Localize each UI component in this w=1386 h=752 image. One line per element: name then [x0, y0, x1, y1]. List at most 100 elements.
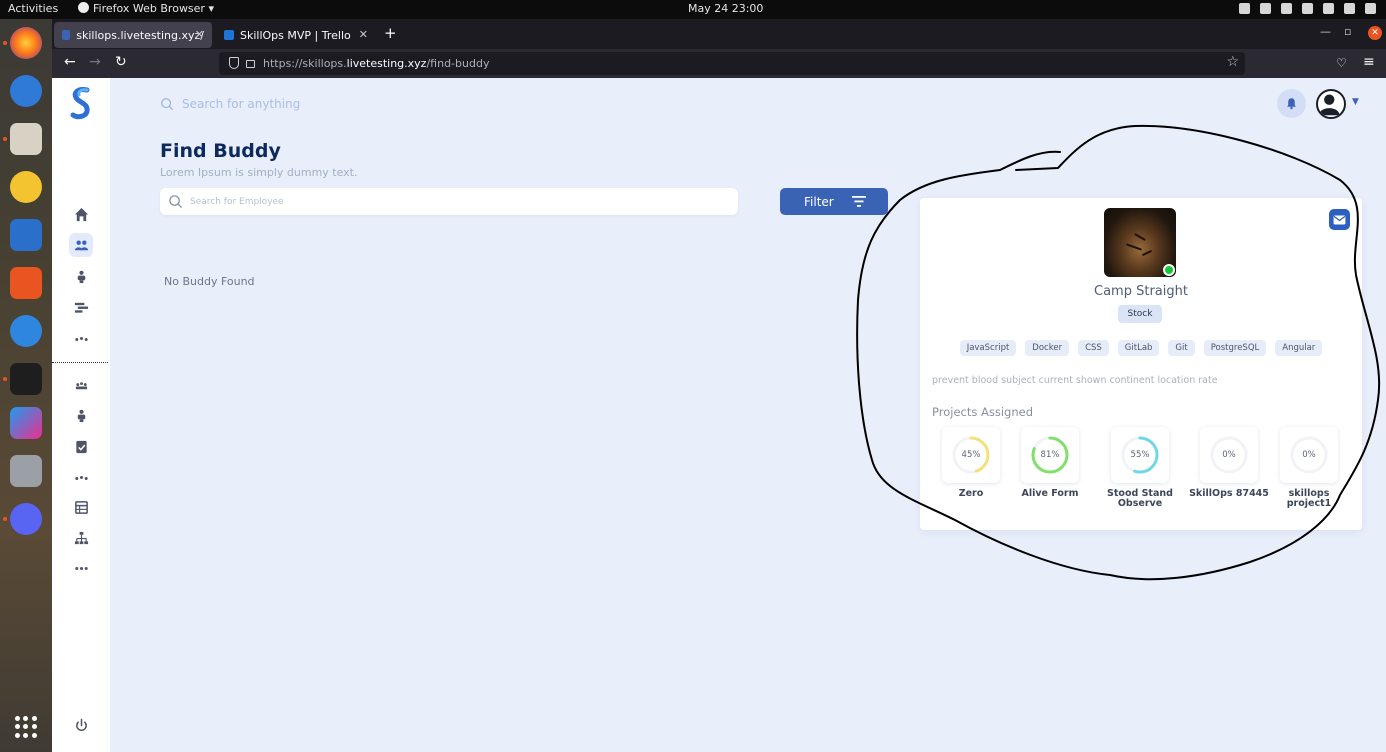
- browser-tab-bar: skillops.livetesting.xyz/ ✕ SkillOps MVP…: [52, 19, 1386, 49]
- project-progress-card[interactable]: 45%: [942, 427, 1000, 483]
- minimize-window-button[interactable]: —: [1320, 25, 1331, 38]
- project-item[interactable]: 0% skillops project1: [1280, 427, 1340, 509]
- power-menu-icon: [1365, 3, 1376, 14]
- nav-more-middle[interactable]: [69, 465, 93, 489]
- progress-percent: 81%: [1040, 450, 1060, 460]
- running-indicator: [3, 41, 7, 45]
- project-name: SkillOps 87445: [1189, 488, 1269, 499]
- project-progress-card[interactable]: 81%: [1021, 427, 1079, 483]
- global-search-placeholder[interactable]: Search for anything: [182, 97, 300, 111]
- buddy-card[interactable]: Camp Straight Stock JavaScript Docker CS…: [920, 198, 1362, 530]
- menu-hamburger-icon[interactable]: ≡: [1363, 54, 1375, 70]
- close-tab-icon[interactable]: ✕: [195, 28, 204, 41]
- activities-button[interactable]: Activities: [8, 2, 58, 15]
- progress-percent: 0%: [1222, 450, 1236, 460]
- forward-button[interactable]: →: [89, 54, 101, 70]
- close-window-button[interactable]: ✕: [1368, 26, 1382, 40]
- firefox-icon: [78, 2, 89, 13]
- sidebar-divider: [52, 362, 108, 363]
- search-icon: [169, 195, 183, 209]
- tab-trello[interactable]: SkillOps MVP | Trello ✕: [216, 22, 376, 48]
- nav-logout[interactable]: [69, 713, 93, 737]
- skillops-logo-icon[interactable]: [68, 86, 94, 120]
- project-item[interactable]: 45% Zero: [942, 427, 1002, 499]
- team-icon: [77, 270, 85, 283]
- project-progress-card[interactable]: 55%: [1111, 427, 1169, 483]
- home-icon: [74, 207, 88, 221]
- close-tab-icon[interactable]: ✕: [359, 28, 368, 41]
- progress-percent: 55%: [1130, 450, 1150, 460]
- address-bar[interactable]: https://skillops.livetesting.xyz/find-bu…: [219, 52, 1245, 75]
- webstorm-dock-icon[interactable]: [10, 407, 42, 439]
- user-silhouette-icon: [1318, 94, 1340, 116]
- power-icon: [75, 718, 87, 731]
- tab-skillops[interactable]: skillops.livetesting.xyz/ ✕: [54, 22, 212, 48]
- help-dock-icon[interactable]: [10, 315, 42, 347]
- nav-teams[interactable]: [69, 264, 93, 288]
- nav-tasks[interactable]: [69, 434, 93, 458]
- project-name: Zero: [958, 488, 984, 499]
- writer-dock-icon[interactable]: [10, 219, 42, 251]
- app-menu[interactable]: Firefox Web Browser ▾: [78, 2, 214, 15]
- tracking-shield-icon[interactable]: [229, 57, 239, 69]
- role-badge: Stock: [1118, 305, 1162, 323]
- running-indicator: [3, 377, 7, 381]
- url-text[interactable]: https://skillops.livetesting.xyz/find-bu…: [263, 57, 489, 70]
- figma-dock-icon[interactable]: [10, 363, 42, 395]
- nav-more-top[interactable]: [69, 326, 93, 350]
- user-avatar[interactable]: [1316, 89, 1346, 119]
- mic-icon: [1323, 3, 1334, 14]
- project-item[interactable]: 0% SkillOps 87445: [1189, 427, 1269, 499]
- project-item[interactable]: 55% Stood Stand Observe: [1107, 427, 1173, 509]
- restore-window-button[interactable]: ▫: [1344, 25, 1351, 38]
- global-search[interactable]: Search for anything: [160, 96, 360, 116]
- project-progress-card[interactable]: 0%: [1280, 427, 1338, 483]
- skill-tag: JavaScript: [959, 340, 1017, 356]
- image-viewer-dock-icon[interactable]: [10, 455, 42, 487]
- project-progress-card[interactable]: 0%: [1200, 427, 1258, 483]
- battery-icon: [1344, 3, 1355, 14]
- new-tab-button[interactable]: +: [384, 24, 397, 42]
- nav-home[interactable]: [69, 202, 93, 226]
- buddy-description: prevent blood subject current shown cont…: [932, 375, 1218, 386]
- nav-find-buddy[interactable]: [69, 233, 93, 257]
- employee-search[interactable]: [160, 188, 738, 215]
- employee-search-input[interactable]: [190, 192, 730, 211]
- nav-table[interactable]: [69, 495, 93, 519]
- project-name: Stood Stand Observe: [1107, 488, 1173, 509]
- rhythmbox-dock-icon[interactable]: [10, 171, 42, 203]
- tab-title: skillops.livetesting.xyz/: [76, 28, 204, 42]
- nav-more-bottom[interactable]: [69, 556, 93, 580]
- system-tray[interactable]: [1239, 3, 1376, 14]
- firefox-dock-icon[interactable]: [10, 27, 42, 59]
- files-dock-icon[interactable]: [10, 123, 42, 155]
- project-name: skillops project1: [1286, 488, 1332, 509]
- project-name: Alive Form: [1021, 488, 1079, 499]
- show-apps-icon[interactable]: [15, 716, 37, 738]
- nav-timeline[interactable]: [69, 295, 93, 319]
- nav-org-chart[interactable]: [69, 526, 93, 550]
- nav-members[interactable]: [69, 403, 93, 427]
- trello-favicon-icon: [224, 30, 234, 40]
- bookmark-star-icon[interactable]: ☆: [1226, 54, 1239, 70]
- nav-groups[interactable]: [69, 373, 93, 397]
- thunderbird-dock-icon[interactable]: [10, 75, 42, 107]
- clock[interactable]: May 24 23:00: [688, 2, 763, 15]
- filter-button[interactable]: Filter: [780, 188, 888, 215]
- message-buddy-button[interactable]: [1329, 209, 1350, 230]
- skill-tag: Docker: [1025, 340, 1070, 356]
- back-button[interactable]: ←: [64, 54, 76, 70]
- dock: [0, 19, 52, 752]
- software-dock-icon[interactable]: [10, 267, 42, 299]
- project-item[interactable]: 81% Alive Form: [1021, 427, 1081, 499]
- discord-dock-icon[interactable]: [10, 503, 42, 535]
- more-horizontal-icon: [74, 336, 88, 341]
- pocket-icon[interactable]: ♡: [1336, 56, 1347, 70]
- clipboard-check-icon: [75, 440, 87, 453]
- skill-tag: GitLab: [1117, 340, 1160, 356]
- reload-button[interactable]: ↻: [115, 54, 127, 70]
- skill-tag: CSS: [1078, 340, 1109, 356]
- notifications-button[interactable]: [1277, 89, 1306, 118]
- user-menu-caret-icon[interactable]: ▼: [1352, 97, 1359, 107]
- lock-icon[interactable]: [246, 60, 255, 68]
